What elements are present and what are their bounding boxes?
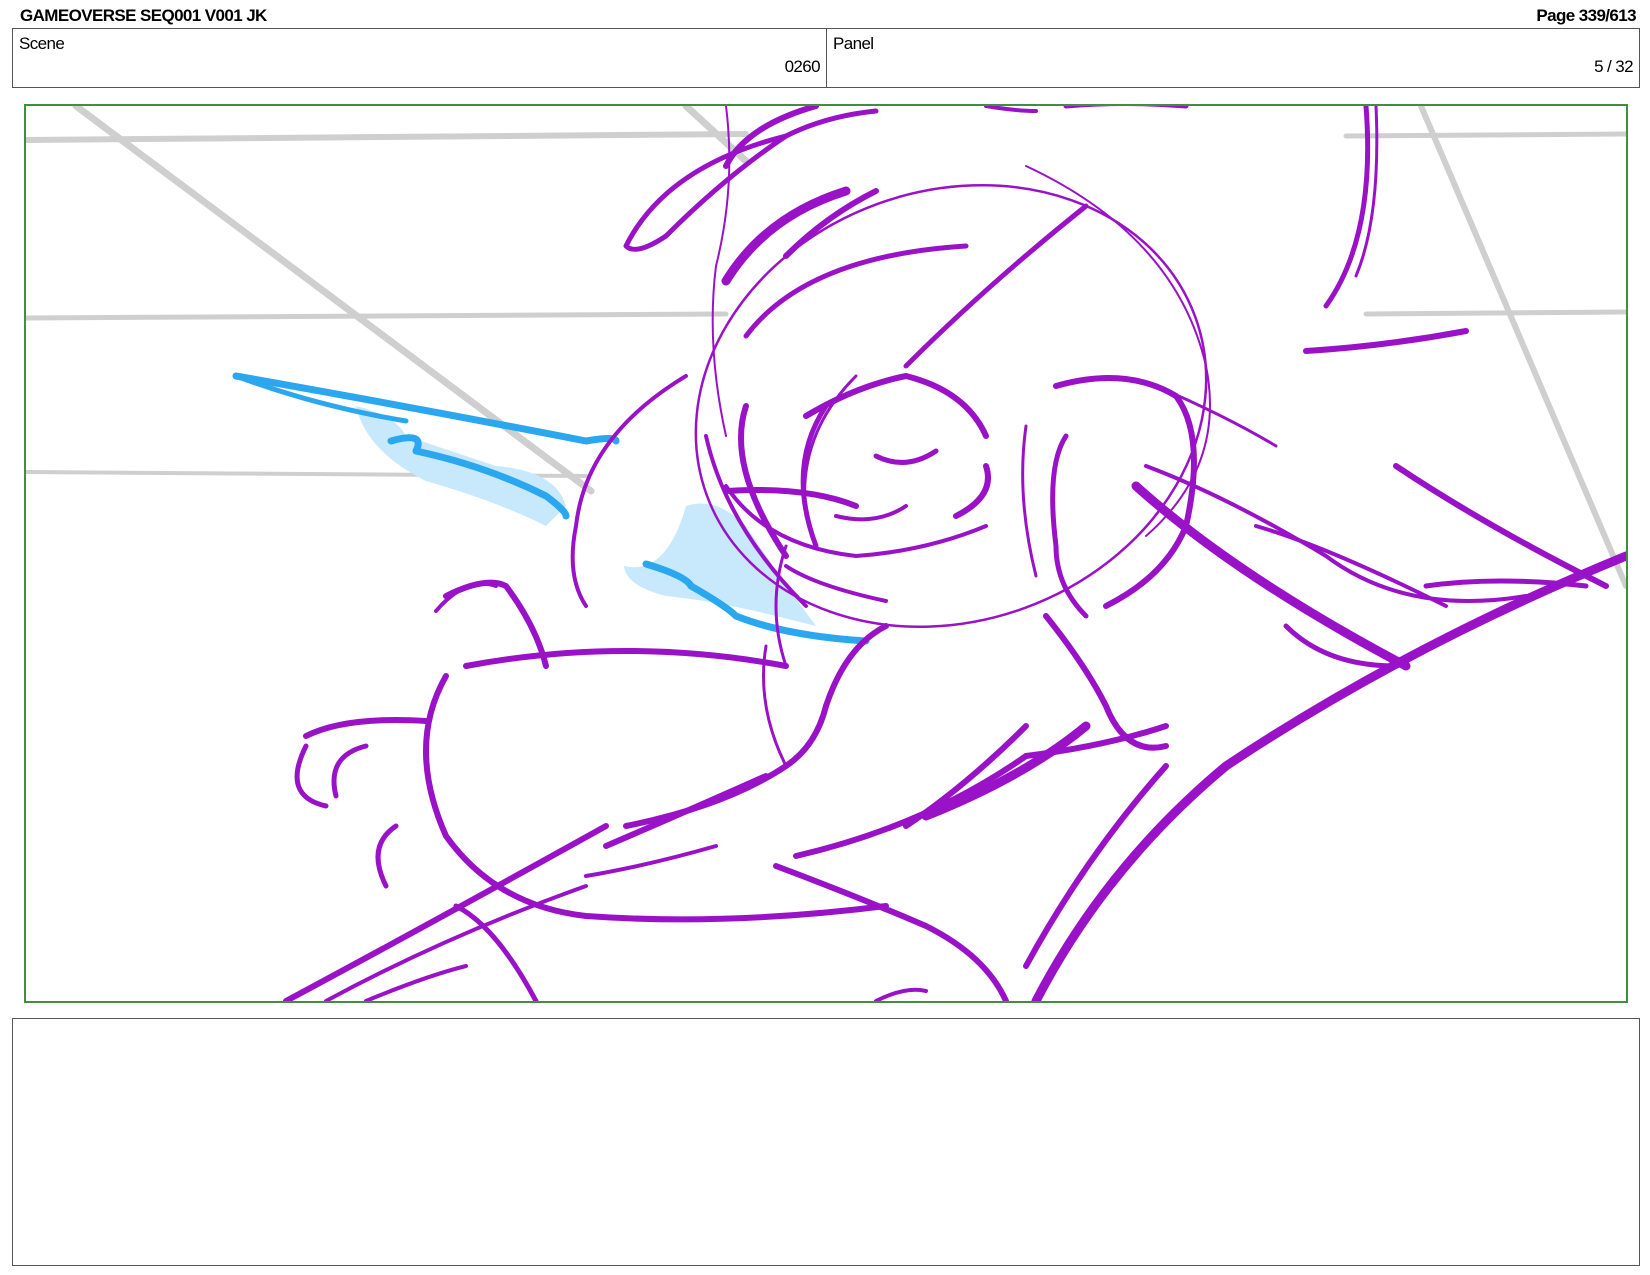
- scene-label: Scene: [19, 34, 65, 53]
- storyboard-panel: [24, 104, 1628, 1003]
- panel-notes-box: [12, 1018, 1640, 1266]
- panel-number: 5 / 32: [1594, 57, 1634, 76]
- scene-number: 0260: [784, 57, 821, 76]
- panel-label: Panel: [833, 34, 874, 53]
- character-sketch: [283, 106, 1626, 1001]
- panel-cell: Panel 5 / 32: [827, 29, 1639, 87]
- storyboard-sketch: [26, 106, 1626, 1001]
- scene-cell: Scene 0260: [13, 29, 827, 87]
- project-title: GAMEOVERSE SEQ001 V001 JK: [20, 6, 267, 25]
- scene-panel-info: Scene 0260 Panel 5 / 32: [12, 28, 1640, 88]
- page-number: Page 339/613: [1536, 6, 1636, 25]
- wind-accent: [232, 372, 870, 645]
